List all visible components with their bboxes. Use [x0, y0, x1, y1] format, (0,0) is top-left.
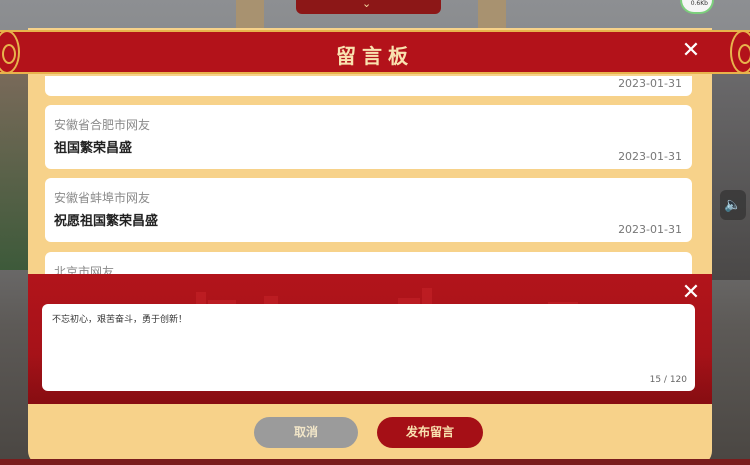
scroll-ornament-right-icon — [730, 30, 750, 74]
list-item: 北京市网友 — [45, 252, 692, 274]
speed-value: 0.6Kb — [690, 0, 708, 7]
close-icon[interactable]: ✕ — [678, 38, 704, 64]
speaker-icon[interactable]: 🔈 — [720, 190, 746, 220]
message-date: 2023-01-31 — [618, 77, 682, 90]
chevron-down-icon: ⌄ — [362, 0, 372, 10]
message-date: 2023-01-31 — [618, 223, 682, 236]
dialog-title-bar: 留言板 ✕ — [0, 30, 750, 74]
comment-text: 不忘初心，艰苦奋斗，勇于创新！ — [52, 315, 188, 325]
message-list[interactable]: 2023-01-31 安徽省合肥市网友 祖国繁荣昌盛 2023-01-31 安徽… — [45, 76, 692, 274]
bottom-toolbar-strip — [0, 459, 750, 465]
message-content: 祝愿祖国繁荣昌盛 — [54, 214, 159, 229]
close-icon[interactable]: ✕ — [678, 280, 704, 306]
character-counter: 15 / 120 — [649, 375, 687, 385]
top-collapse-tab[interactable]: ⌄ — [296, 0, 441, 14]
comment-composer-panel: ✕ 不忘初心，艰苦奋斗，勇于创新！ 15 / 120 — [28, 274, 712, 404]
background-right-building — [710, 60, 750, 280]
list-item: 安徽省蚌埠市网友 祝愿祖国繁荣昌盛 2023-01-31 — [45, 178, 692, 242]
message-author: 安徽省蚌埠市网友 — [54, 191, 151, 205]
comment-textarea[interactable]: 不忘初心，艰苦奋斗，勇于创新！ 15 / 120 — [42, 304, 695, 391]
publish-comment-button[interactable]: 发布留言 — [377, 417, 483, 448]
list-item: 2023-01-31 — [45, 76, 692, 96]
list-item: 安徽省合肥市网友 祖国繁荣昌盛 2023-01-31 — [45, 105, 692, 169]
message-content: 祖国繁荣昌盛 — [54, 141, 133, 156]
dialog-title: 留言板 — [336, 44, 414, 68]
message-author: 安徽省合肥市网友 — [54, 118, 151, 132]
message-author: 北京市网友 — [54, 265, 115, 274]
message-date: 2023-01-31 — [618, 150, 682, 163]
cancel-button[interactable]: 取消 — [254, 417, 358, 448]
